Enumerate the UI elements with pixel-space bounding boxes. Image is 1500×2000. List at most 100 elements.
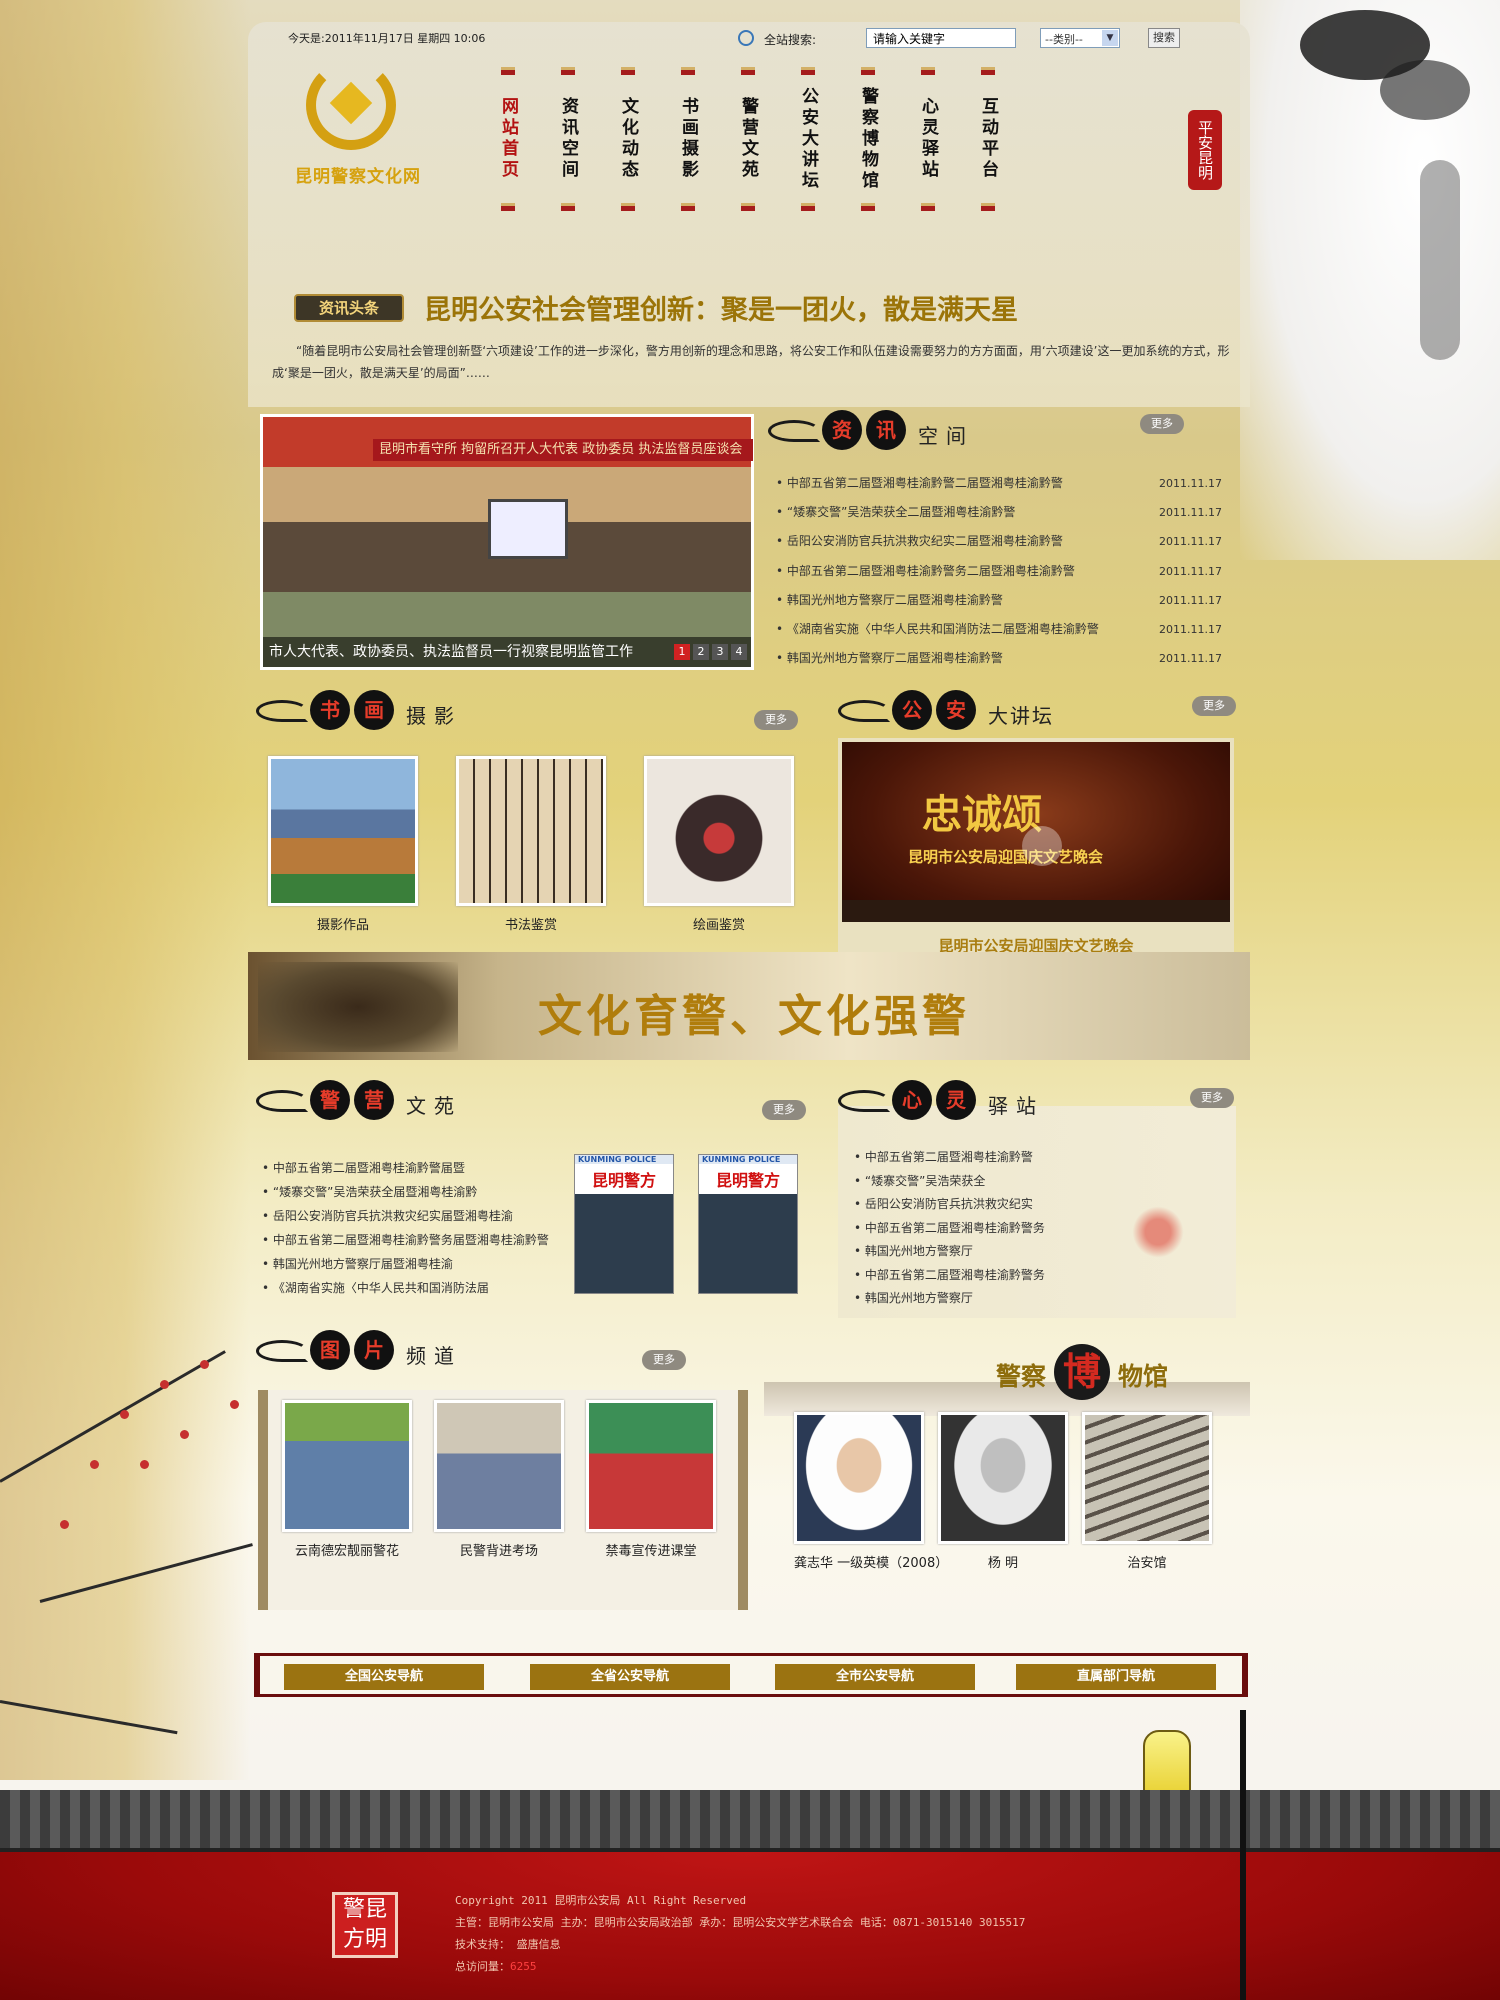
search-label: 全站搜索:	[764, 33, 817, 47]
video-player[interactable]: 忠诚颂 昆明市公安局迎国庆文艺晚会 昆明市公安局迎国庆文艺晚会	[838, 738, 1234, 960]
footer-seal: 警昆方明	[332, 1892, 398, 1958]
category-value: --类别--	[1045, 33, 1083, 46]
nav-item-museum[interactable]: 警察博物馆	[856, 67, 880, 211]
video-frame[interactable]: 忠诚颂 昆明市公安局迎国庆文艺晚会	[842, 742, 1230, 922]
list-item[interactable]: • 中部五省第二届暨湘粤桂渝黔警务二届暨湘粤桂渝黔警 2011.11.17	[776, 557, 1222, 586]
museum-item[interactable]: 龚志华 一级英模（2008）	[794, 1412, 948, 1571]
nav-item-art[interactable]: 书画摄影	[676, 67, 700, 211]
slider-page-1[interactable]: 1	[674, 644, 690, 660]
dragon-head-icon	[258, 962, 458, 1052]
list-item[interactable]: • 岳阳公安消防官兵抗洪救灾纪实届暨湘粤桂渝	[262, 1204, 562, 1228]
photos-more-button[interactable]: 更多	[642, 1350, 686, 1370]
list-item[interactable]: • 韩国光州地方警察厅	[854, 1287, 1104, 1311]
nav-provincial-police[interactable]: 全省公安导航	[530, 1664, 730, 1690]
headline-title[interactable]: 昆明公安社会管理创新：聚是一团火，散是满天星	[424, 288, 1018, 327]
news-more-button[interactable]: 更多	[1140, 414, 1184, 434]
slider-page-2[interactable]: 2	[693, 644, 709, 660]
search-icon	[738, 30, 754, 46]
nav-item-interactive[interactable]: 互动平台	[976, 67, 1000, 211]
list-item[interactable]: • 中部五省第二届暨湘粤桂渝黔警	[854, 1146, 1104, 1170]
slider-pager: 1 2 3 4	[674, 644, 747, 660]
chevron-down-icon: ▼	[1102, 30, 1118, 46]
museum-thumbnail	[794, 1412, 924, 1544]
nav-national-police[interactable]: 全国公安导航	[284, 1664, 484, 1690]
list-item[interactable]: • 中部五省第二届暨湘粤桂渝黔警务	[854, 1217, 1104, 1241]
list-item[interactable]: • 中部五省第二届暨湘粤桂渝黔警二届暨湘粤桂渝黔警 2011.11.17	[776, 469, 1222, 498]
play-icon[interactable]	[1022, 826, 1062, 866]
video-controls[interactable]	[842, 900, 1230, 922]
list-item[interactable]: • 岳阳公安消防官兵抗洪救灾纪实二届暨湘粤桂渝黔警 2011.11.17	[776, 527, 1222, 556]
nav-item-home[interactable]: 网站首页	[496, 67, 520, 211]
photo-slider[interactable]: 昆明市看守所 拘留所召开人大代表 政协委员 执法监督员座谈会 市人大代表、政协委…	[260, 414, 754, 670]
list-item[interactable]: • 韩国光州地方警察厅二届暨湘粤桂渝黔警 2011.11.17	[776, 586, 1222, 615]
nav-item-news[interactable]: 资讯空间	[556, 67, 580, 211]
art-thumbnail	[644, 756, 794, 906]
literature-list: • 中部五省第二届暨湘粤桂渝黔警届暨 • “矮寨交警”吴浩荣获全届暨湘粤桂渝黔 …	[262, 1156, 562, 1300]
list-item[interactable]: • 韩国光州地方警察厅二届暨湘粤桂渝黔警 2011.11.17	[776, 644, 1222, 673]
category-select[interactable]: --类别-- ▼	[1040, 28, 1120, 48]
date-text: 今天是:2011年11月17日 星期四 10:06	[288, 32, 486, 45]
ink-painting-decoration	[1240, 0, 1500, 560]
list-item[interactable]: • “矮寨交警”吴浩荣获全	[854, 1170, 1104, 1194]
nav-city-police[interactable]: 全市公安导航	[775, 1664, 975, 1690]
left-background-decoration	[0, 0, 250, 1780]
video-title: 忠诚颂	[922, 791, 1042, 838]
nav-departments[interactable]: 直属部门导航	[1016, 1664, 1216, 1690]
photo-item[interactable]: 禁毒宣传进课堂	[586, 1400, 716, 1559]
tech-support-text[interactable]: 技术支持： 盛唐信息	[455, 1934, 1025, 1956]
list-item[interactable]: • “矮寨交警”吴浩荣获全届暨湘粤桂渝黔	[262, 1180, 562, 1204]
heart-more-button[interactable]: 更多	[1190, 1088, 1234, 1108]
nav-item-lecture[interactable]: 公安大讲坛	[796, 67, 820, 211]
art-section-title: 书 画 摄影	[256, 688, 726, 734]
list-item[interactable]: • 《湖南省实施〈中华人民共和国消防法届	[262, 1276, 562, 1300]
nav-item-culture[interactable]: 文化动态	[616, 67, 640, 211]
headline-summary: “随着昆明市公安局社会管理创新暨‘六项建设’工作的进一步深化，警方用创新的理念和…	[272, 344, 1230, 380]
list-item[interactable]: • 韩国光州地方警察厅届暨湘粤桂渝	[262, 1252, 562, 1276]
culture-banner: 文化育警、文化强警	[248, 952, 1250, 1060]
list-item[interactable]: • “矮寨交警”吴浩荣获全二届暨湘粤桂渝黔警 2011.11.17	[776, 498, 1222, 527]
logo-text: 昆明警察文化网	[295, 167, 421, 187]
nav-item-heart[interactable]: 心灵驿站	[916, 67, 940, 211]
list-item[interactable]: • 《湖南省实施〈中华人民共和国消防法二届暨湘粤桂渝黔警 2011.11.17	[776, 615, 1222, 644]
list-item[interactable]: • 中部五省第二届暨湘粤桂渝黔警届暨	[262, 1156, 562, 1180]
bottom-nav-bar: 全国公安导航 全省公安导航 全市公安导航 直属部门导航	[254, 1653, 1248, 1697]
list-item[interactable]: • 岳阳公安消防官兵抗洪救灾纪实	[854, 1193, 1104, 1217]
heart-section-title: 心 灵 驿站	[838, 1078, 1238, 1124]
photo-thumbnail	[282, 1400, 412, 1532]
art-item[interactable]: 书法鉴赏	[456, 756, 606, 933]
art-item[interactable]: 摄影作品	[268, 756, 418, 933]
nav-item-literature[interactable]: 警营文苑	[736, 67, 760, 211]
site-logo[interactable]: 昆明警察文化网	[278, 52, 428, 202]
photo-item[interactable]: 云南德宏靓丽警花	[282, 1400, 412, 1559]
footer: 警昆方明 Copyright 2011 昆明市公安局 All Right Res…	[0, 1852, 1500, 2000]
museum-item[interactable]: 治安馆	[1082, 1412, 1212, 1571]
list-item[interactable]: • 韩国光州地方警察厅	[854, 1240, 1104, 1264]
museum-title[interactable]: 警察博物馆	[996, 1344, 1168, 1400]
lecture-more-button[interactable]: 更多	[1192, 696, 1236, 716]
slider-page-4[interactable]: 4	[731, 644, 747, 660]
magazine-cover[interactable]: KUNMING POLICE 昆明警方	[574, 1154, 674, 1294]
literature-section-title: 警 营 文苑	[256, 1078, 726, 1124]
list-item[interactable]: • 中部五省第二届暨湘粤桂渝黔警务	[854, 1264, 1104, 1288]
lamp-pole-decoration	[1240, 1710, 1246, 2000]
visit-counter: 总访问量：6255	[455, 1960, 537, 1973]
art-item[interactable]: 绘画鉴赏	[644, 756, 794, 933]
magazine-cover[interactable]: KUNMING POLICE 昆明警方	[698, 1154, 798, 1294]
photo-thumbnail	[434, 1400, 564, 1532]
projector-screen	[488, 499, 568, 559]
list-item[interactable]: • 中部五省第二届暨湘粤桂渝黔警务届暨湘粤桂渝黔警	[262, 1228, 562, 1252]
video-subtitle: 昆明市公安局迎国庆文艺晚会	[908, 848, 1104, 866]
sponsor-text: 主管：昆明市公安局 主办：昆明市公安局政治部 承办：昆明公安文学艺术联合会 电话…	[455, 1916, 1026, 1929]
museum-item[interactable]: 杨 明	[938, 1412, 1068, 1571]
headline-tag: 资讯头条	[294, 294, 404, 322]
lily-flower-icon	[1128, 1202, 1188, 1262]
footer-info: Copyright 2011 昆明市公安局 All Right Reserved…	[455, 1890, 1025, 1978]
photo-item[interactable]: 民警背进考场	[434, 1400, 564, 1559]
heart-list: • 中部五省第二届暨湘粤桂渝黔警 • “矮寨交警”吴浩荣获全 • 岳阳公安消防官…	[854, 1146, 1104, 1311]
search-input[interactable]	[866, 28, 1016, 48]
literature-more-button[interactable]: 更多	[762, 1100, 806, 1120]
museum-thumbnail	[938, 1412, 1068, 1544]
slider-page-3[interactable]: 3	[712, 644, 728, 660]
search-button[interactable]: 搜索	[1148, 28, 1180, 48]
art-more-button[interactable]: 更多	[754, 710, 798, 730]
